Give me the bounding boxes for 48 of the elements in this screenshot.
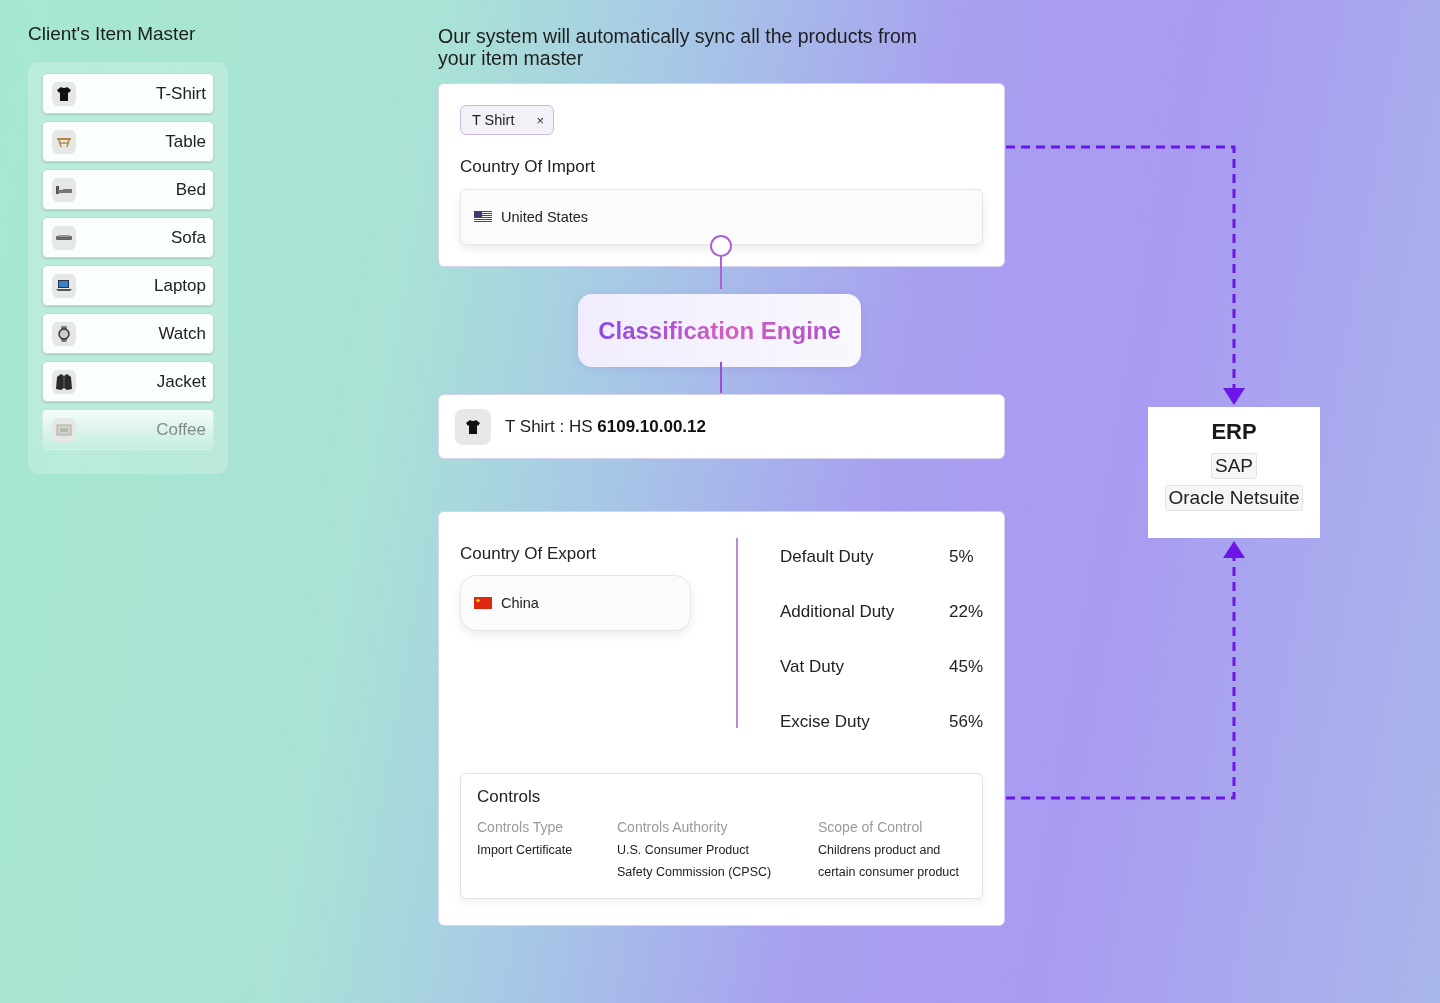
item-card[interactable]: T-Shirt: [42, 73, 214, 114]
item-card[interactable]: Bed: [42, 169, 214, 210]
duty-label: Excise Duty: [780, 711, 870, 733]
duty-value: 56%: [949, 711, 983, 733]
panel-title: Client's Item Master: [28, 22, 197, 46]
country-field[interactable]: China: [460, 575, 691, 631]
hs-code-text: T Shirt : HS 6109.10.00.12: [505, 416, 706, 437]
erp-system: Oracle Netsuite: [1164, 485, 1304, 511]
engine-pill: Classification Engine: [578, 294, 861, 367]
column-heading: Scope of Control: [818, 819, 924, 835]
column-heading: Controls Type: [477, 819, 565, 835]
laptop-icon: [55, 279, 73, 292]
duty-label: Vat Duty: [780, 656, 844, 678]
duty-value: 45%: [949, 656, 983, 678]
column-heading: Controls Authority: [617, 819, 729, 835]
country-field[interactable]: United States: [460, 189, 983, 245]
column-value: U.S. Consumer Product Safety Commission (CPSC): [617, 842, 773, 881]
close-icon[interactable]: ×: [536, 112, 545, 128]
field-label: Country Of Import: [460, 157, 597, 177]
connector-line: [720, 255, 722, 290]
table-icon: [56, 135, 72, 148]
jacket-icon: [55, 372, 73, 391]
tshirt-icon: [465, 418, 481, 435]
item-card[interactable]: Sofa: [42, 217, 214, 258]
field-label: Country Of Export: [460, 544, 598, 564]
china-flag-icon: [474, 597, 492, 609]
erp-system: SAP: [1211, 453, 1257, 479]
controls-title: Controls: [477, 787, 542, 807]
sofa-icon: [55, 233, 73, 242]
watch-icon: [57, 325, 71, 342]
bed-icon: [55, 184, 73, 195]
item-card[interactable]: Laptop: [42, 265, 214, 306]
product-tag[interactable]: T Shirt ×: [460, 105, 555, 135]
column-value: Childrens product and certain consumer product: [818, 842, 961, 881]
duty-value: 22%: [949, 601, 983, 623]
erp-title: ERP: [1211, 419, 1257, 445]
coffee-icon: [56, 423, 72, 436]
connector-line: [720, 361, 722, 394]
item-card[interactable]: Jacket: [42, 361, 214, 402]
column-value: Import Certificate: [477, 842, 574, 859]
item-card[interactable]: Table: [42, 121, 214, 162]
tshirt-icon: [56, 85, 72, 102]
item-card[interactable]: Watch: [42, 313, 214, 354]
duty-label: Default Duty: [780, 546, 874, 568]
duty-label: Additional Duty: [780, 601, 895, 623]
us-flag-icon: [474, 211, 492, 223]
duty-value: 5%: [949, 546, 975, 568]
headline: Our system will automatically sync all the products from your item master: [438, 25, 918, 69]
